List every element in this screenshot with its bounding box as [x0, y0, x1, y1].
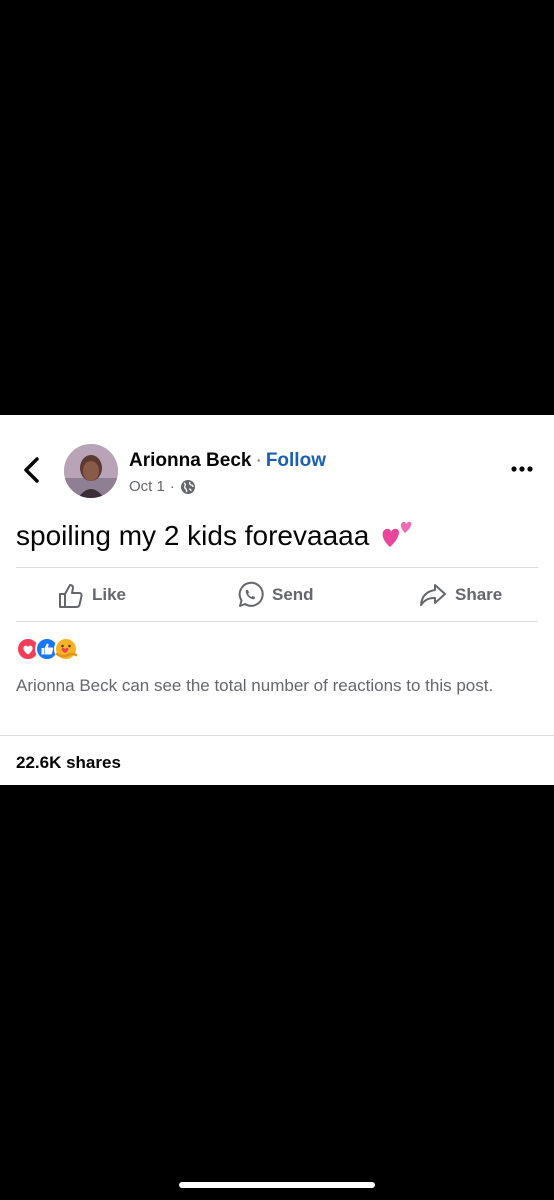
share-button[interactable]: Share	[419, 578, 502, 612]
name-separator: ·	[255, 450, 262, 471]
send-button[interactable]: Send	[236, 578, 314, 612]
avatar-photo	[64, 444, 118, 498]
reactions-note: Arionna Beck can see the total number of…	[16, 676, 494, 695]
avatar[interactable]	[64, 444, 118, 498]
post-meta: Oct 1 ·	[129, 478, 196, 495]
date-separator: ·	[169, 478, 175, 495]
follow-button[interactable]: Follow	[266, 450, 326, 471]
globe-icon	[180, 479, 195, 494]
two-hearts-emoji	[382, 521, 412, 547]
care-reaction	[54, 637, 78, 661]
divider-top	[16, 567, 538, 568]
like-label: Like	[92, 585, 127, 604]
back-chevron-icon[interactable]	[20, 455, 44, 485]
post-body: spoiling my 2 kids forevaaaa	[16, 520, 370, 551]
more-options-icon[interactable]	[510, 464, 534, 474]
post-date[interactable]: Oct 1	[129, 478, 165, 495]
post-text: spoiling my 2 kids forevaaaa	[16, 517, 415, 552]
send-label: Send	[272, 585, 314, 604]
reaction-icons[interactable]	[16, 636, 86, 662]
home-indicator[interactable]	[179, 1182, 375, 1188]
author-name[interactable]: Arionna Beck	[129, 450, 251, 471]
whatsapp-icon	[238, 581, 264, 607]
author-line: Arionna Beck · Follow	[129, 450, 326, 472]
thumbs-up-icon	[59, 583, 83, 608]
shares-count[interactable]: 22.6K shares	[16, 753, 121, 773]
share-arrow-icon	[420, 584, 446, 606]
like-button[interactable]: Like	[57, 578, 126, 612]
share-label: Share	[455, 585, 503, 604]
divider-bottom	[0, 735, 554, 736]
divider-middle	[16, 621, 538, 622]
